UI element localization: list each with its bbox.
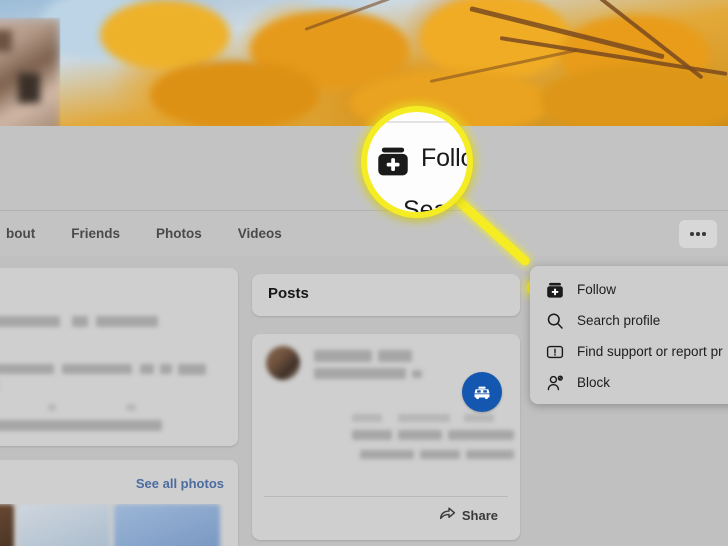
tab-photos[interactable]: Photos xyxy=(138,211,220,257)
tab-about[interactable]: bout xyxy=(0,211,53,257)
share-arrow-icon xyxy=(439,506,456,524)
magnifier-callout: Follow Sea xyxy=(361,106,473,218)
photo-thumbnail[interactable] xyxy=(18,504,110,546)
follow-plus-icon xyxy=(546,281,564,299)
photos-card: See all photos xyxy=(0,460,238,546)
vehicle-badge-icon xyxy=(462,372,502,412)
ellipsis-icon xyxy=(702,232,706,236)
cover-photo[interactable] xyxy=(0,0,728,126)
dropdown-item-label: Find support or report pr xyxy=(577,344,723,359)
profile-options-dropdown: Follow Search profile Find support or re… xyxy=(530,266,728,404)
post-divider xyxy=(264,496,508,497)
share-label: Share xyxy=(461,507,498,523)
block-person-icon xyxy=(546,374,564,392)
magnifier-content: Follow Sea xyxy=(367,112,467,212)
dropdown-item-label: Search profile xyxy=(577,313,661,328)
profile-picture[interactable] xyxy=(0,18,60,134)
profile-nav-row: bout Friends Photos Videos xyxy=(0,210,728,256)
more-options-button[interactable] xyxy=(679,220,717,248)
posts-header-card: Posts xyxy=(252,274,520,316)
cover-leaf-blob xyxy=(150,60,320,126)
dropdown-item-label: Follow xyxy=(577,282,617,297)
photo-thumbnail[interactable] xyxy=(114,504,220,546)
post-author-avatar[interactable] xyxy=(266,346,300,380)
photo-thumbnail[interactable] xyxy=(0,504,14,546)
screenshot-root: Add Friend Message bout Friends Photos V… xyxy=(0,0,728,546)
report-icon xyxy=(546,343,564,361)
profile-nav-tabs: bout Friends Photos Videos xyxy=(0,211,300,257)
posts-title: Posts xyxy=(268,285,309,302)
post-card: Share xyxy=(252,334,520,540)
dropdown-item-block[interactable]: Block xyxy=(530,367,728,398)
magnifier-follow-label: Follow xyxy=(421,144,473,172)
intro-card xyxy=(0,268,238,446)
dropdown-item-follow[interactable]: Follow xyxy=(530,274,728,305)
tab-friends[interactable]: Friends xyxy=(53,211,138,257)
tab-videos[interactable]: Videos xyxy=(220,211,300,257)
cover-leaf-blob xyxy=(100,0,230,70)
ellipsis-icon xyxy=(696,232,700,236)
see-all-photos-link[interactable]: See all photos xyxy=(136,476,224,491)
dropdown-item-find-support[interactable]: Find support or report pr xyxy=(530,336,728,367)
search-icon xyxy=(546,312,564,330)
magnifier-top-divider xyxy=(367,121,467,123)
dropdown-item-label: Block xyxy=(577,375,611,390)
follow-plus-icon xyxy=(376,144,410,178)
photo-thumbnail-grid[interactable] xyxy=(0,504,226,546)
share-button[interactable]: Share xyxy=(439,506,498,524)
ellipsis-icon xyxy=(690,232,694,236)
dropdown-item-search-profile[interactable]: Search profile xyxy=(530,305,728,336)
